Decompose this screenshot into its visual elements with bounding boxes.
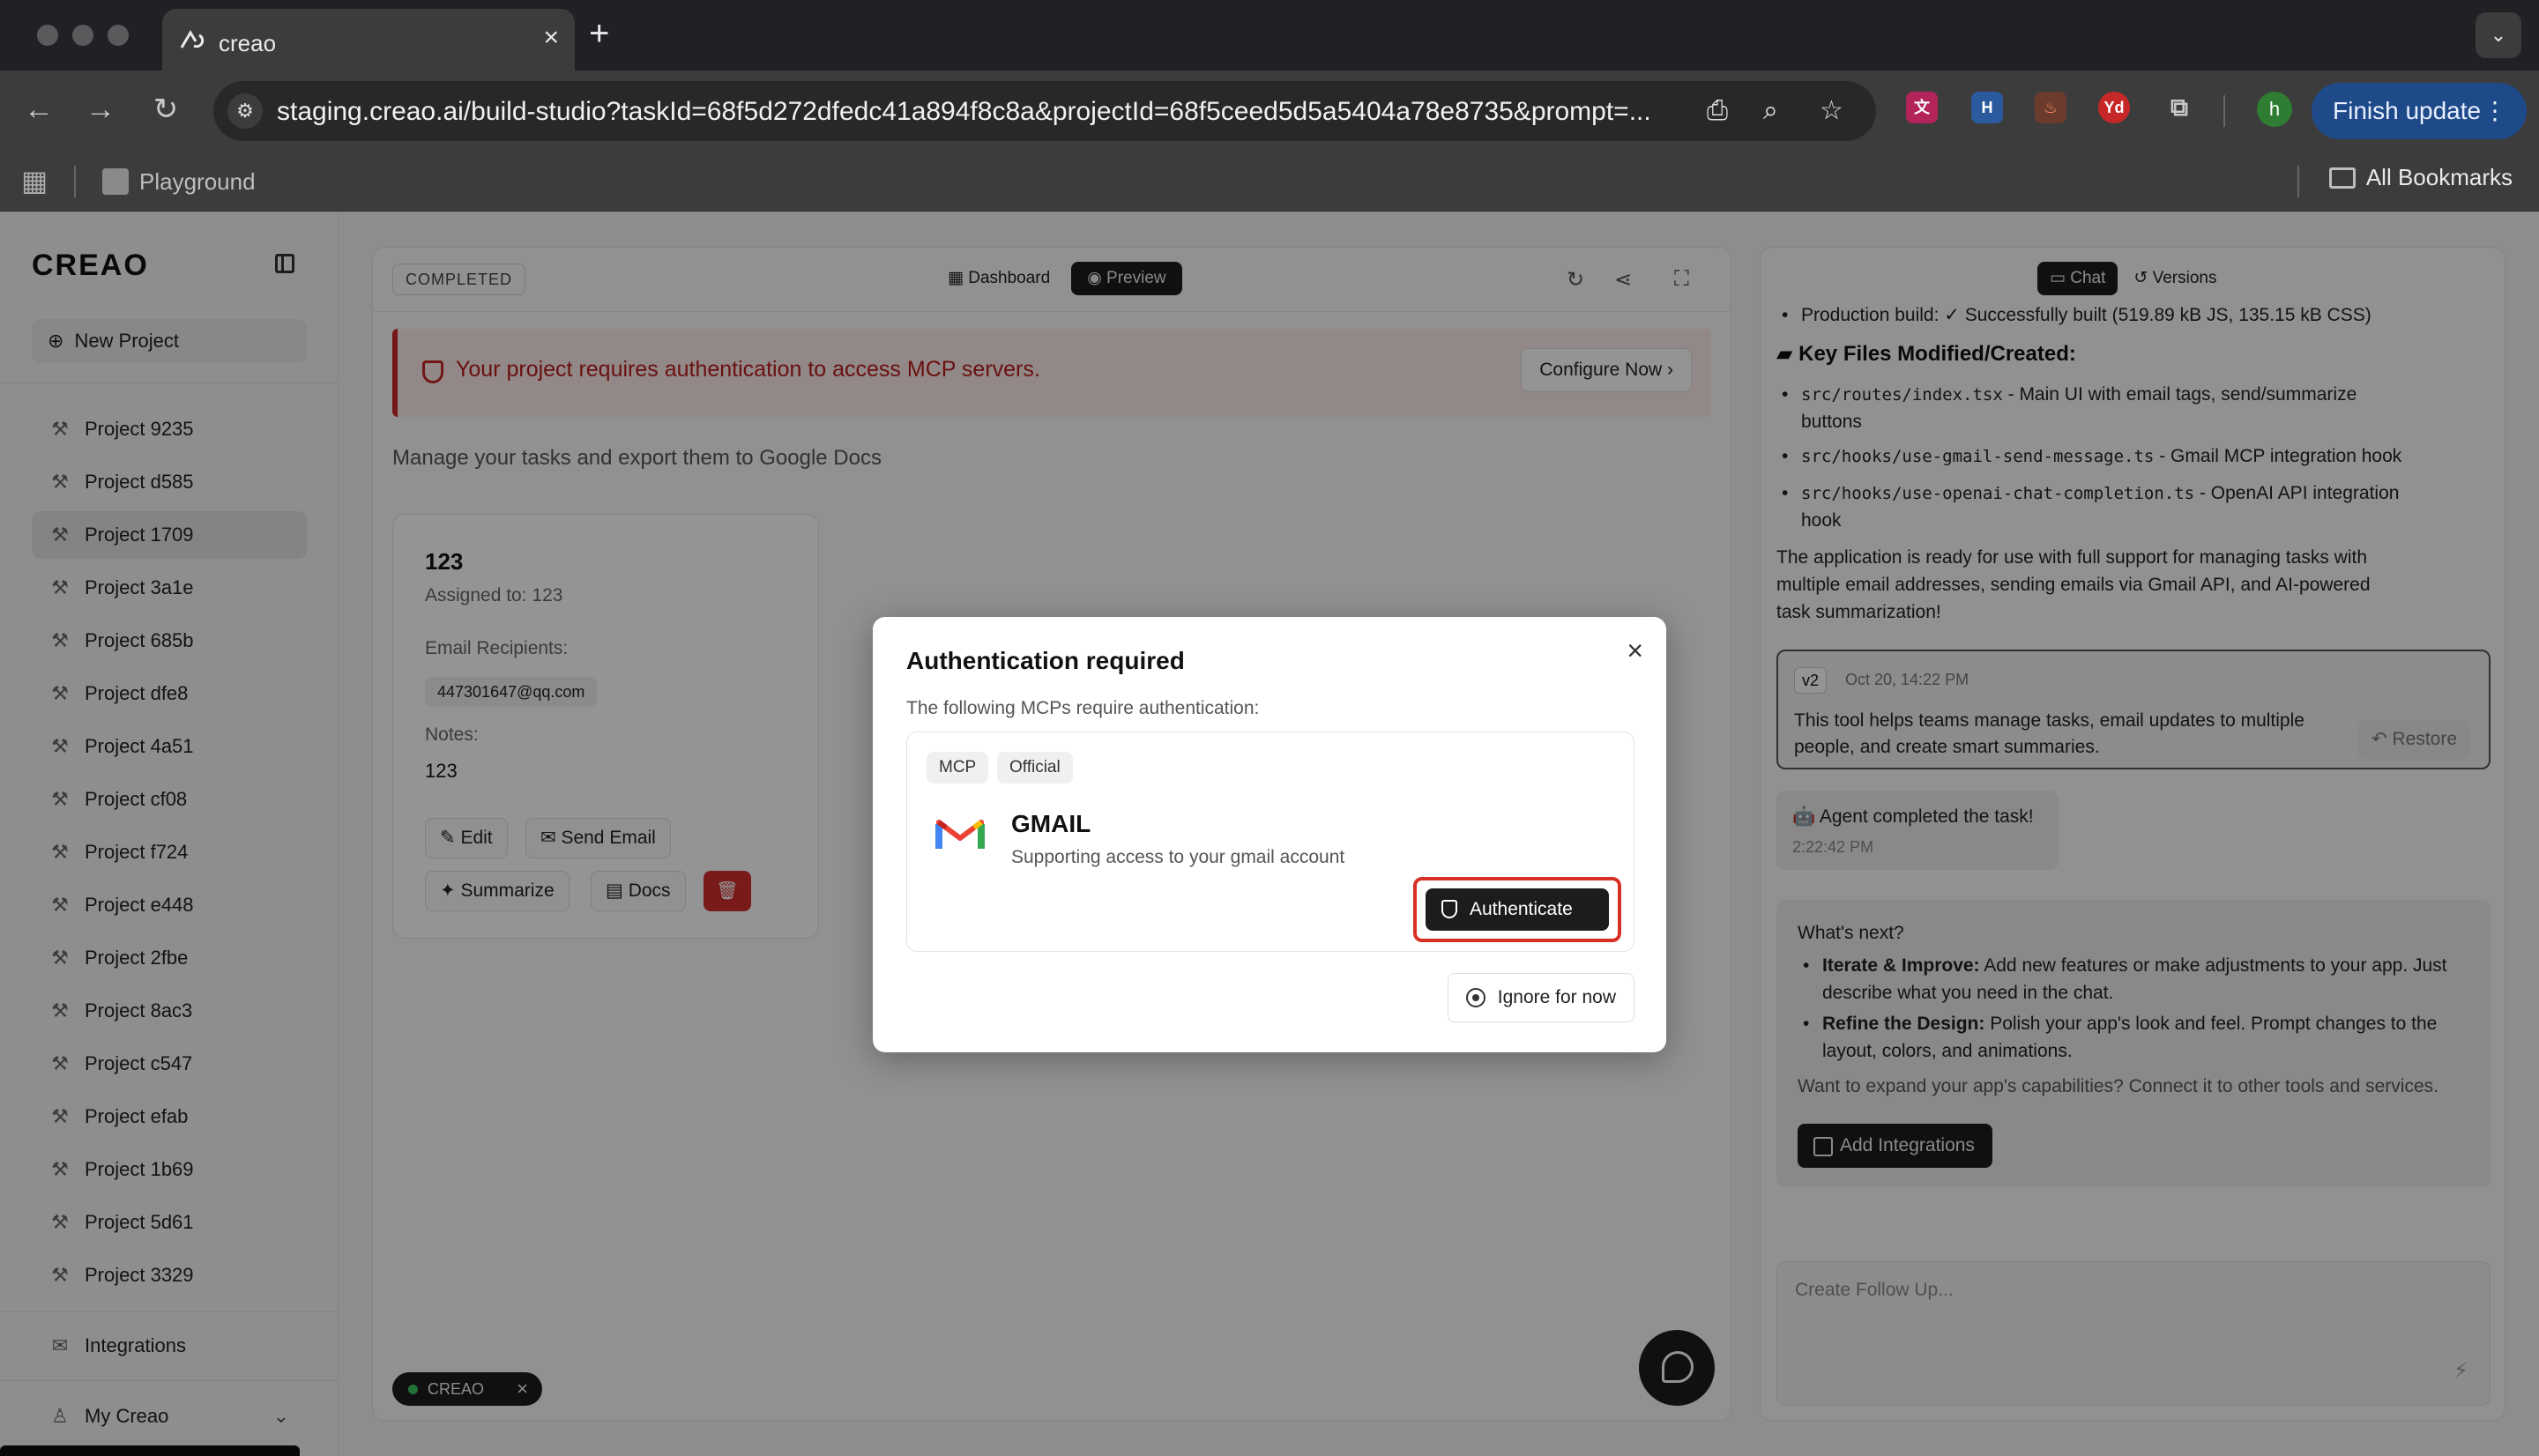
modal-title: Authentication required (906, 647, 1185, 674)
url-text[interactable]: staging.creao.ai/build-studio?taskId=68f… (277, 97, 1723, 127)
browser-tabstrip: creao × + ⌄ (0, 0, 2539, 71)
mcp-description: Supporting access to your gmail account (1011, 847, 1345, 867)
creao-favicon-icon (180, 30, 205, 48)
modal-description: The following MCPs require authenticatio… (906, 698, 1260, 718)
address-bar[interactable]: ⚙ staging.creao.ai/build-studio?taskId=6… (213, 81, 1876, 141)
apps-grid-icon[interactable]: ▦ (21, 164, 48, 197)
tab-title: creao (219, 30, 277, 56)
tag-mcp: MCP (927, 752, 989, 784)
gmail-logo-icon (935, 820, 985, 849)
authenticate-button[interactable]: Authenticate (1426, 888, 1609, 931)
tab-search-chevron-icon[interactable]: ⌄ (2476, 12, 2521, 58)
extension-translate-icon[interactable]: 文 (1906, 92, 1938, 123)
bookmark-star-icon[interactable]: ☆ (1820, 95, 1843, 127)
ignore-for-now-button[interactable]: Ignore for now (1447, 973, 1634, 1022)
window-close-dot[interactable] (37, 25, 58, 46)
browser-tab[interactable]: creao × (162, 9, 575, 71)
back-arrow-icon[interactable]: ← (21, 92, 56, 127)
all-bookmarks[interactable]: All Bookmarks (2328, 164, 2513, 191)
tab-close-icon[interactable]: × (543, 25, 559, 51)
extension-html-icon[interactable]: H (1971, 92, 2003, 123)
window-minimize-dot[interactable] (72, 25, 93, 46)
all-bookmarks-label: All Bookmarks (2365, 164, 2513, 190)
bookmarks-bar: ▦ Playground All Bookmarks (0, 152, 2539, 212)
profile-avatar[interactable]: h (2257, 92, 2292, 127)
toolbar-divider (2223, 95, 2225, 127)
window-zoom-dot[interactable] (108, 25, 129, 46)
bookmark-playground[interactable]: Playground (102, 164, 256, 199)
folder-icon (2328, 167, 2356, 189)
close-icon[interactable]: × (1627, 636, 1643, 665)
extension-yd-icon[interactable]: Yd (2098, 92, 2130, 123)
mcp-card-gmail: MCP Official GMAIL Supporting access to … (906, 732, 1634, 952)
browser-toolbar: ← → ↻ ⚙ staging.creao.ai/build-studio?ta… (0, 71, 2539, 152)
site-info-icon[interactable]: ⚙ (227, 93, 263, 129)
bookmarks-divider-right (2297, 166, 2299, 197)
shield-icon (1441, 900, 1457, 918)
bookmarks-divider (74, 166, 76, 197)
playground-favicon-icon (102, 168, 129, 195)
authenticate-highlight: Authenticate (1413, 877, 1621, 942)
forward-arrow-icon[interactable]: → (83, 92, 118, 127)
extension-paint-icon[interactable]: ♨ (2035, 92, 2066, 123)
finish-update-label: Finish update (2333, 97, 2482, 124)
tag-official: Official (997, 752, 1073, 784)
auth-modal: Authentication required × The following … (873, 617, 1666, 1052)
install-app-icon[interactable]: ⎙ (1707, 95, 1728, 127)
reload-icon[interactable]: ↻ (148, 92, 183, 127)
bookmark-playground-label: Playground (139, 167, 256, 195)
new-tab-icon[interactable]: + (589, 16, 609, 51)
zoom-icon[interactable]: ⌕ (1763, 95, 1778, 127)
authenticate-label: Authenticate (1470, 899, 1573, 919)
mcp-name: GMAIL (1011, 810, 1091, 837)
extensions-puzzle-icon[interactable]: ⧉ (2163, 92, 2195, 123)
more-vert-icon[interactable]: ⋮ (2483, 83, 2507, 139)
finish-update-button[interactable]: Finish update ⋮ (2312, 83, 2527, 139)
